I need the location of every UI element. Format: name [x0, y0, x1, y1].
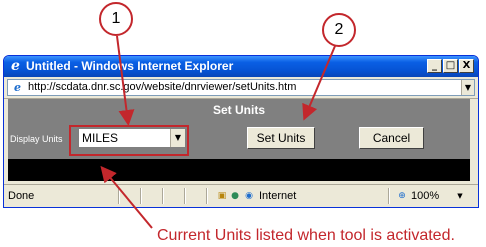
arrow-2 [302, 45, 336, 121]
arrow-1 [116, 35, 135, 126]
callout-arrows [100, 35, 336, 229]
arrow-caption [100, 165, 153, 229]
caption-text: Current Units listed when tool is activa… [157, 227, 455, 244]
